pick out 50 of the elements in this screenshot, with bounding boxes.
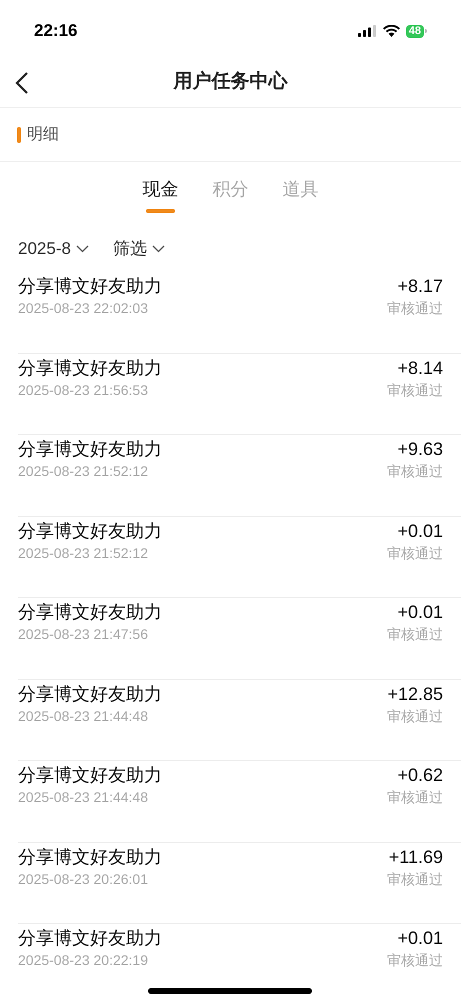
record-title: 分享博文好友助力: [18, 356, 162, 380]
chevron-down-icon: [76, 245, 89, 253]
record-time: 2025-08-23 21:52:12: [18, 462, 149, 481]
record-title: 分享博文好友助力: [18, 682, 162, 706]
record-time: 2025-08-23 21:47:56: [18, 625, 149, 644]
record-title: 分享博文好友助力: [18, 275, 162, 298]
filter-dropdown[interactable]: 2025-8: [18, 236, 89, 262]
record-status: 审核通过: [387, 380, 443, 400]
record-status: 审核通过: [387, 788, 443, 807]
record-title: 分享博文好友助力: [18, 601, 162, 624]
signal-icon: [358, 25, 377, 37]
record-status: 审核通过: [387, 951, 443, 970]
record-amount: +0.62: [397, 764, 443, 787]
record-amount: +8.14: [397, 356, 443, 380]
record-amount: +8.17: [397, 275, 443, 298]
tab[interactable]: 现金: [142, 177, 178, 201]
record-time: 2025-08-23 21:52:12: [18, 544, 149, 562]
record-amount: +0.01: [397, 927, 443, 950]
record-title: 分享博文好友助力: [18, 927, 162, 950]
record-amount: +0.01: [397, 601, 443, 624]
status-time: 22:16: [34, 20, 78, 42]
section-title: 明细: [27, 124, 59, 144]
record-title: 分享博文好友助力: [18, 438, 162, 461]
record-time: 2025-08-23 20:26:01: [18, 870, 149, 888]
section-marker: [17, 126, 21, 142]
back-icon[interactable]: [15, 72, 29, 94]
page-title: 用户任务中心: [174, 70, 288, 94]
record-amount: +9.63: [397, 438, 443, 461]
record-amount: +0.01: [397, 520, 443, 542]
filter-dropdown[interactable]: 筛选: [112, 236, 165, 262]
record-status: 审核通过: [387, 706, 443, 726]
record-status: 审核通过: [387, 870, 443, 888]
wifi-icon: [382, 25, 400, 37]
record-status: 审核通过: [387, 625, 443, 644]
record-title: 分享博文好友助力: [18, 846, 162, 868]
record-time: 2025-08-23 21:44:48: [18, 788, 149, 807]
record-time: 2025-08-23 21:56:53: [18, 380, 149, 400]
record-amount: +11.69: [388, 846, 443, 868]
record-status: 审核通过: [387, 462, 443, 481]
record-status: 审核通过: [387, 299, 443, 318]
battery-level: 48: [406, 24, 424, 38]
record-time: 2025-08-23 22:02:03: [18, 299, 149, 318]
record-time: 2025-08-23 20:22:19: [18, 951, 149, 970]
record-title: 分享博文好友助力: [18, 520, 162, 542]
record-time: 2025-08-23 21:44:48: [18, 706, 149, 726]
record-title: 分享博文好友助力: [18, 764, 162, 787]
tab-underline: [146, 209, 175, 213]
record-amount: +12.85: [387, 682, 443, 706]
chevron-down-icon: [152, 245, 165, 253]
record-status: 审核通过: [387, 544, 443, 562]
